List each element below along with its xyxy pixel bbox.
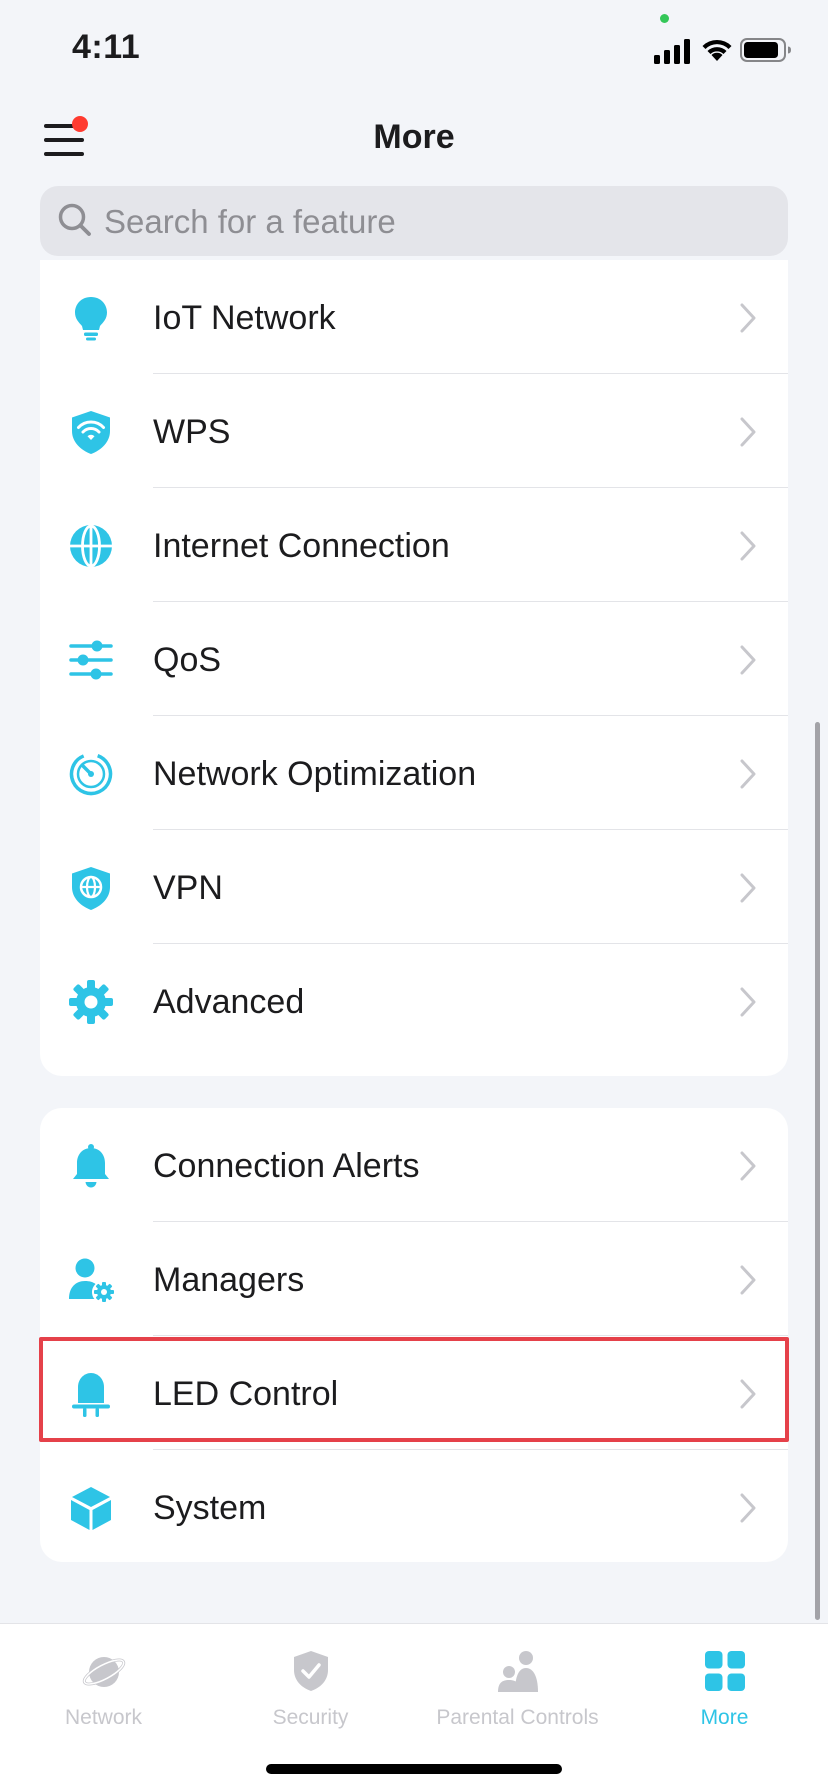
menu-item-label: Network Optimization: [153, 755, 477, 793]
bell-icon: [73, 1144, 109, 1188]
settings-card: Connection Alerts Managers LED Control S…: [40, 1108, 788, 1562]
page-title: More: [373, 118, 455, 156]
tab-label: Network: [64, 1706, 143, 1729]
menu-item-vpn[interactable]: VPN: [40, 830, 788, 944]
chevron-right-icon: [740, 1379, 756, 1409]
chevron-right-icon: [740, 1493, 756, 1523]
cube-icon: [71, 1487, 111, 1530]
sliders-icon: [69, 640, 113, 680]
family-icon: [497, 1651, 538, 1692]
globe-icon: [70, 524, 112, 568]
scrollbar[interactable]: [815, 722, 820, 1620]
chevron-right-icon: [740, 1151, 756, 1181]
menu-item-led-control[interactable]: LED Control: [40, 1336, 788, 1450]
menu-item-advanced[interactable]: Advanced: [40, 944, 788, 1058]
menu-item-label: System: [153, 1489, 267, 1527]
tab-parental-controls[interactable]: Parental Controls: [414, 1648, 621, 1730]
wifi-icon: [702, 39, 732, 61]
menu-item-label: LED Control: [153, 1375, 339, 1413]
chevron-right-icon: [740, 417, 756, 447]
menu-item-network-optimization[interactable]: Network Optimization: [40, 716, 788, 830]
chevron-right-icon: [740, 645, 756, 675]
planet-icon: [82, 1657, 125, 1687]
led-icon: [72, 1373, 110, 1417]
battery-icon: [740, 38, 791, 62]
search-placeholder: Search for a feature: [104, 203, 396, 240]
menu-item-internet-connection[interactable]: Internet Connection: [40, 488, 788, 602]
globe-shield-icon: [72, 867, 110, 910]
chevron-right-icon: [740, 303, 756, 333]
tab-network[interactable]: Network: [0, 1648, 207, 1730]
gear-icon: [69, 980, 113, 1024]
menu-item-label: Advanced: [153, 983, 305, 1021]
menu-item-wps[interactable]: WPS: [40, 374, 788, 488]
menu-item-label: Managers: [153, 1261, 305, 1299]
menu-item-iot-network[interactable]: IoT Network: [40, 260, 788, 374]
features-card: IoT Network WPS Internet Connection QoS …: [40, 260, 788, 1076]
tab-label: More: [700, 1706, 749, 1729]
status-bar: 4:11: [0, 0, 828, 100]
user-gear-icon: [69, 1258, 114, 1302]
menu-item-label: Internet Connection: [153, 527, 450, 565]
search-icon: [58, 203, 91, 236]
chevron-right-icon: [740, 531, 756, 561]
menu-item-connection-alerts[interactable]: Connection Alerts: [40, 1108, 788, 1222]
home-indicator[interactable]: [266, 1764, 562, 1774]
menu-item-label: QoS: [153, 641, 222, 679]
tab-security[interactable]: Security: [207, 1648, 414, 1730]
menu-item-managers[interactable]: Managers: [40, 1222, 788, 1336]
search-input[interactable]: Search for a feature: [40, 186, 788, 256]
speedometer-icon: [69, 752, 113, 796]
menu-item-system[interactable]: System: [40, 1450, 788, 1562]
chevron-right-icon: [740, 759, 756, 789]
menu-item-label: Connection Alerts: [153, 1147, 420, 1185]
menu-item-qos[interactable]: QoS: [40, 602, 788, 716]
tab-label: Parental Controls: [436, 1706, 599, 1729]
grid-icon: [704, 1651, 745, 1691]
shield-check-icon: [293, 1651, 328, 1691]
menu-item-label: IoT Network: [153, 299, 336, 337]
menu-item-label: WPS: [153, 413, 231, 451]
more-screen: 4:11 More Search for a feature IoT Netwo…: [0, 0, 828, 1792]
lightbulb-icon: [75, 297, 107, 341]
cellular-signal-icon: [654, 36, 690, 64]
chevron-right-icon: [740, 987, 756, 1017]
chevron-right-icon: [740, 873, 756, 903]
menu-item-label: VPN: [153, 869, 223, 907]
wifi-shield-icon: [72, 411, 110, 454]
privacy-indicator-dot: [660, 14, 669, 23]
tab-more[interactable]: More: [621, 1648, 828, 1730]
tab-label: Security: [272, 1706, 349, 1729]
chevron-right-icon: [740, 1265, 756, 1295]
status-time: 4:11: [72, 28, 141, 66]
